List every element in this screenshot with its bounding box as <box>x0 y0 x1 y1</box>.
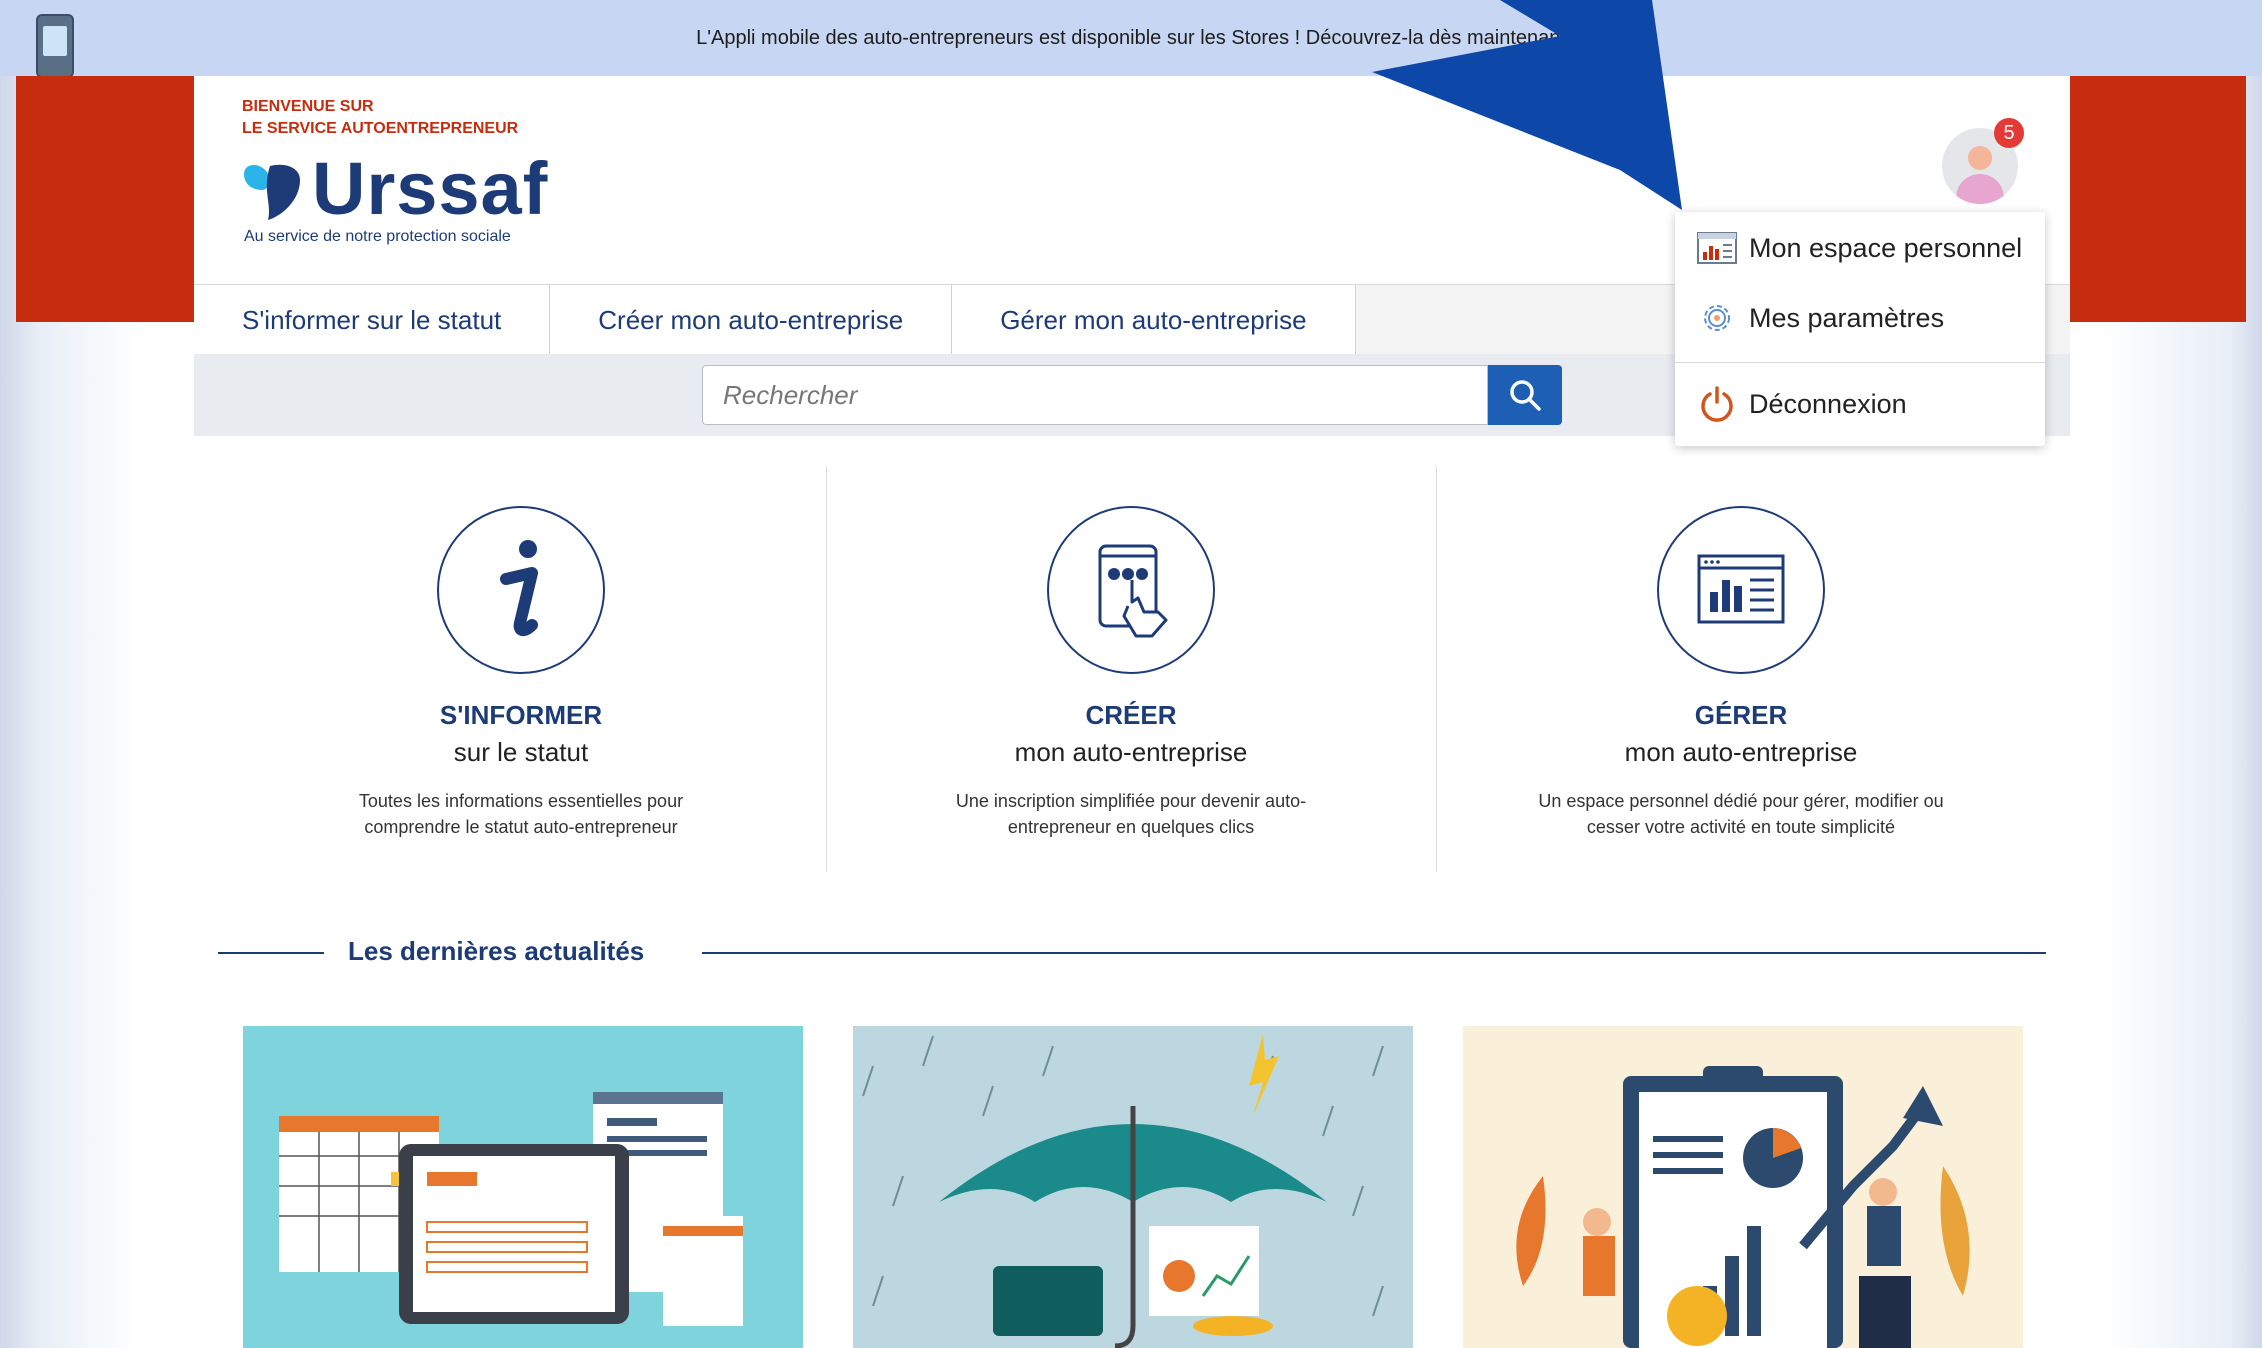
feature-description-line: Un espace personnel dédié pour gérer, mo… <box>1538 791 1944 811</box>
welcome-line-2: LE SERVICE AUTOENTREPRENEUR <box>242 120 519 137</box>
news-heading-line <box>702 952 2046 954</box>
urssaf-logo[interactable]: Urssaf Au service de notre protection so… <box>240 147 560 246</box>
news-heading-line <box>218 952 324 954</box>
search-button[interactable] <box>1488 365 1562 425</box>
column-divider <box>1436 466 1437 872</box>
search-icon <box>1510 380 1541 411</box>
menu-item-deconnexion[interactable]: Déconnexion <box>1697 384 1907 424</box>
app-banner[interactable]: L'Appli mobile des auto-entrepreneurs es… <box>0 0 2262 78</box>
logo-tagline: Au service de notre protection sociale <box>244 228 511 245</box>
power-icon <box>1701 386 1733 422</box>
info-icon <box>500 540 538 636</box>
search-input[interactable]: Rechercher <box>702 365 1488 425</box>
logo-wordmark: Urssaf <box>312 147 549 230</box>
user-menu-dropdown: Mon espace personnel Mes paramètres Déco… <box>1675 212 2045 446</box>
feature-description-line: entrepreneur en quelques clics <box>1007 817 1255 837</box>
dashboard-icon <box>1697 232 1737 264</box>
feature-description-line: Une inscription simplifiée pour devenir … <box>955 791 1307 811</box>
feature-circle <box>1657 506 1825 674</box>
menu-item-label: Mon espace personnel <box>1749 232 2023 263</box>
feature-description-line: Toutes les informations essentielles pou… <box>358 791 684 811</box>
dashboard-icon <box>1697 554 1785 624</box>
feature-description: Un espace personnel dédié pour gérer, mo… <box>1491 788 1991 840</box>
feature-title: S'INFORMER <box>439 700 603 730</box>
feature-description-line: cesser votre activité en toute simplicit… <box>1586 817 1896 837</box>
feature-circle <box>437 506 605 674</box>
feature-description: Toutes les informations essentielles pou… <box>271 788 771 840</box>
news-card-2[interactable] <box>853 1026 1413 1348</box>
news-card-3[interactable] <box>1463 1026 2023 1348</box>
feature-gerer[interactable]: GÉRER mon auto-entreprise Un espace pers… <box>1491 506 1991 840</box>
avatar-body <box>1956 174 2004 204</box>
nav-item-sinformer[interactable]: S'informer sur le statut <box>194 285 551 355</box>
menu-item-espace-personnel[interactable]: Mon espace personnel <box>1697 228 2022 268</box>
feature-sinformer[interactable]: S'INFORMER sur le statut Toutes les info… <box>271 506 771 840</box>
feature-title: GÉRER <box>1694 700 1788 730</box>
nav-item-gerer[interactable]: Gérer mon auto-entreprise <box>952 285 1356 355</box>
urssaf-logo-icon <box>244 164 300 220</box>
gear-icon <box>1704 305 1730 331</box>
welcome-line-1: BIENVENUE SUR <box>242 98 374 115</box>
tablet-touch-icon <box>1098 544 1168 638</box>
banner-text[interactable]: L'Appli mobile des auto-entrepreneurs es… <box>696 27 1566 50</box>
finance-report-illustration <box>1516 1066 1970 1348</box>
feature-description-line: comprendre le statut auto-entrepreneur <box>364 817 678 837</box>
menu-item-label: Déconnexion <box>1749 388 1907 419</box>
avatar-head <box>1968 146 1992 170</box>
news-card-1[interactable] <box>243 1026 803 1348</box>
feature-circle <box>1047 506 1215 674</box>
notification-badge[interactable]: 5 <box>1994 118 2024 148</box>
feature-creer[interactable]: CRÉER mon auto-entreprise Une inscriptio… <box>881 506 1381 840</box>
feature-subtitle: mon auto-entreprise <box>1014 737 1248 767</box>
menu-divider <box>1675 362 2045 363</box>
menu-item-parametres[interactable]: Mes paramètres <box>1697 298 1944 338</box>
feature-title: CRÉER <box>1085 700 1177 730</box>
column-divider <box>826 466 827 872</box>
news-heading: Les dernières actualités <box>348 936 645 966</box>
welcome-text: BIENVENUE SUR LE SERVICE AUTOENTREPRENEU… <box>242 96 518 140</box>
calendar-tablet-illustration <box>279 1092 743 1326</box>
nav-item-creer[interactable]: Créer mon auto-entreprise <box>550 285 953 355</box>
mobile-app-icon <box>36 14 74 78</box>
menu-item-label: Mes paramètres <box>1749 302 1945 333</box>
umbrella-illustration <box>862 1034 1384 1348</box>
feature-description: Une inscription simplifiée pour devenir … <box>881 788 1381 840</box>
feature-subtitle: mon auto-entreprise <box>1624 737 1858 767</box>
feature-subtitle: sur le statut <box>453 737 589 767</box>
